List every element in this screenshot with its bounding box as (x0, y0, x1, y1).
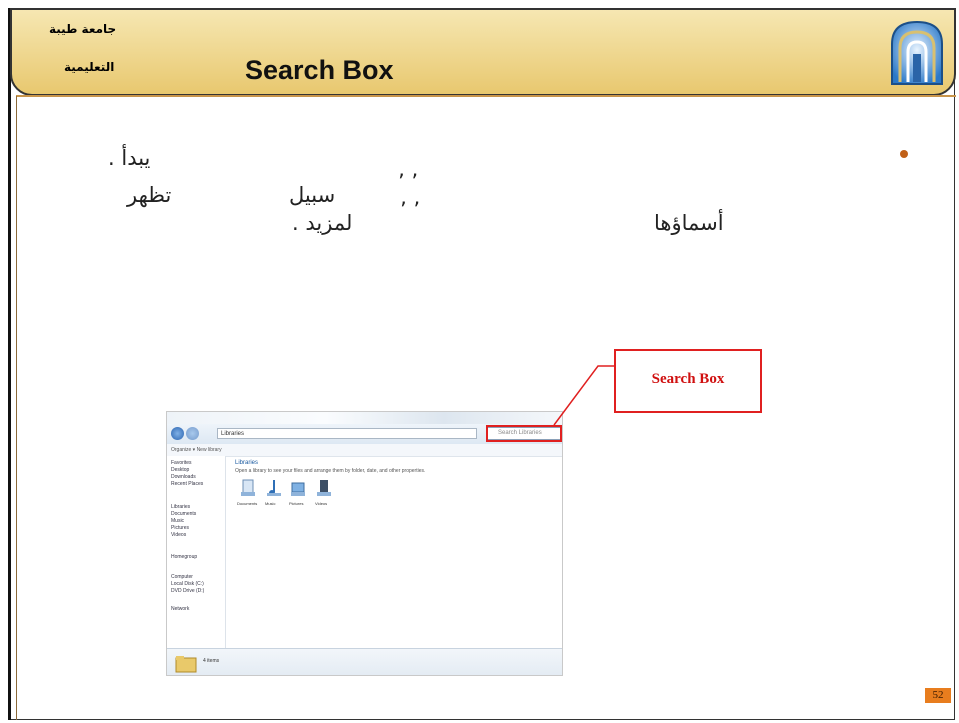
university-name-line2: التعليمية (64, 60, 115, 74)
body-line2-end: تظهر (127, 183, 172, 207)
nav-item[interactable]: Favorites (171, 460, 192, 466)
slide-title: Search Box (245, 55, 394, 85)
bullet-point (900, 150, 908, 158)
status-text: 4 items (203, 658, 220, 664)
body-line3-quotes: ’ ’ (400, 198, 421, 222)
explorer-status-bar: 4 items (167, 648, 562, 675)
documents-library-icon[interactable] (239, 478, 257, 498)
folder-icon (175, 656, 197, 673)
library-label: Videos (315, 501, 328, 506)
nav-item[interactable]: Local Disk (C:) (171, 581, 204, 587)
nav-item[interactable]: Libraries (171, 504, 190, 510)
explorer-screenshot: Libraries Search Libraries Organize ▾ Ne… (166, 411, 563, 676)
left-rule (8, 8, 11, 720)
header-divider (16, 95, 956, 97)
page-number: 52 (925, 688, 951, 703)
nav-item[interactable]: Documents (171, 511, 196, 517)
pictures-library-icon[interactable] (289, 478, 307, 498)
videos-library-icon[interactable] (315, 478, 333, 498)
search-box-callout: Search Box (614, 349, 762, 413)
university-name-line1: جامعة طيبة (49, 22, 117, 36)
nav-item[interactable]: Desktop (171, 467, 189, 473)
libraries-heading: Libraries (235, 460, 259, 466)
nav-item[interactable]: Recent Places (171, 481, 203, 487)
body-line3-start: أسماؤها (654, 211, 724, 235)
nav-item[interactable]: DVD Drive (D:) (171, 588, 204, 594)
library-label: Pictures (289, 501, 304, 506)
explorer-command-bar: Organize ▾ New library (167, 444, 562, 457)
command-bar-text[interactable]: Organize ▾ New library (171, 447, 222, 453)
explorer-titlebar (167, 412, 562, 424)
address-bar[interactable]: Libraries (217, 428, 477, 439)
nav-item[interactable]: Downloads (171, 474, 196, 480)
nav-item[interactable]: Computer (171, 574, 193, 580)
content-left-rule (16, 96, 17, 720)
body-line2-word: سبيل (289, 183, 336, 207)
university-logo-icon (891, 20, 943, 85)
back-icon[interactable] (171, 427, 184, 440)
nav-item[interactable]: Pictures (171, 525, 189, 531)
slide-header (10, 8, 956, 96)
navigation-pane: Favorites Desktop Downloads Recent Place… (167, 456, 226, 656)
library-label: Documents (237, 501, 258, 506)
nav-item[interactable]: Videos (171, 532, 186, 538)
body-line3-end: . لمزيد (292, 211, 353, 235)
callout-pointer-line (553, 365, 614, 426)
forward-icon[interactable] (186, 427, 199, 440)
nav-item[interactable]: Network (171, 606, 189, 612)
libraries-description: Open a library to see your files and arr… (235, 468, 426, 474)
music-library-icon[interactable] (265, 478, 283, 498)
callout-label: Search Box (651, 371, 725, 387)
nav-item[interactable]: Music (171, 518, 184, 524)
body-line2-quotes: ’ ’ (398, 170, 419, 194)
library-label: Music (265, 501, 276, 506)
nav-item[interactable]: Homegroup (171, 554, 197, 560)
body-line1: . يبدأ (108, 146, 151, 170)
